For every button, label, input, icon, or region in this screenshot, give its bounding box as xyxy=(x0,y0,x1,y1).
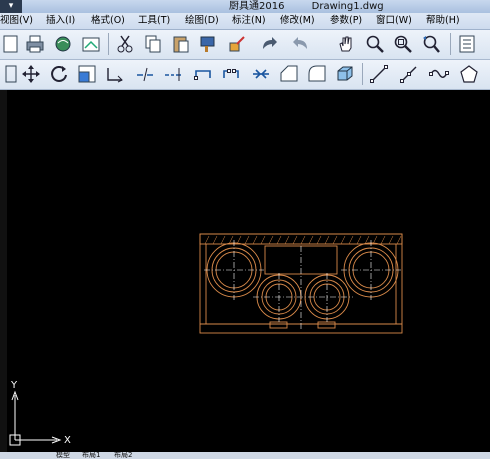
3d-box-button[interactable] xyxy=(334,63,356,85)
plot-preview-button[interactable] xyxy=(52,33,74,55)
rotate-button[interactable] xyxy=(48,63,70,85)
center-lines xyxy=(204,240,401,330)
layout-tabs-bar: 模型 布局1 布局2 xyxy=(0,452,490,459)
3d-box-icon xyxy=(337,66,353,81)
cut-button[interactable] xyxy=(114,33,136,55)
polygon-icon xyxy=(460,65,478,83)
break-at-point-button[interactable] xyxy=(192,63,214,85)
menu-window[interactable]: 窗口(W) xyxy=(376,13,412,29)
line-icon xyxy=(370,65,388,83)
break-icon xyxy=(223,69,239,78)
trim-button[interactable] xyxy=(134,63,156,85)
menu-bar: 视图(V) 插入(I) 格式(O) 工具(T) 绘图(D) 标注(N) 修改(M… xyxy=(0,13,490,30)
menu-help[interactable]: 帮助(H) xyxy=(426,13,460,29)
scale-button[interactable] xyxy=(76,63,98,85)
app-name: 厨具通2016 xyxy=(229,1,285,12)
tab-model[interactable]: 模型 xyxy=(56,452,70,459)
stretch-button[interactable] xyxy=(104,63,126,85)
new-file-icon xyxy=(3,35,18,53)
copy-button[interactable] xyxy=(142,33,164,55)
app-menu-button[interactable]: ▾ xyxy=(0,0,22,13)
menu-tools[interactable]: 工具(T) xyxy=(138,13,170,29)
polyline-button[interactable] xyxy=(398,63,420,85)
modify-toolbar xyxy=(0,60,490,90)
app-menu-icon: ▾ xyxy=(8,1,14,11)
cut-icon xyxy=(117,35,133,53)
spline-button[interactable] xyxy=(428,63,450,85)
window-title: 厨具通2016 Drawing1.dwg xyxy=(229,0,408,13)
paste-button[interactable] xyxy=(170,33,192,55)
match-properties-icon xyxy=(200,36,215,52)
pan-icon xyxy=(339,36,352,52)
publish-icon xyxy=(82,37,100,52)
block-editor-button[interactable] xyxy=(226,33,248,55)
ucs-x-label: X xyxy=(64,435,71,446)
spline-icon xyxy=(429,69,449,78)
toolbar-separator xyxy=(362,63,363,85)
properties-button[interactable] xyxy=(456,33,478,55)
join-button[interactable] xyxy=(250,63,272,85)
toolbar-separator xyxy=(108,33,109,55)
tab-layout2[interactable]: 布局2 xyxy=(114,452,132,459)
print-icon xyxy=(26,35,44,53)
break-button[interactable] xyxy=(220,63,242,85)
grip-icon xyxy=(5,65,17,83)
menu-draw[interactable]: 绘图(D) xyxy=(185,13,219,29)
undo-button[interactable] xyxy=(290,33,312,55)
fillet-button[interactable] xyxy=(306,63,328,85)
print-button[interactable] xyxy=(24,33,46,55)
menu-view[interactable]: 视图(V) xyxy=(0,13,33,29)
chamfer-button[interactable] xyxy=(278,63,300,85)
move-icon xyxy=(22,65,40,83)
tab-layout1[interactable]: 布局1 xyxy=(82,452,100,459)
join-icon xyxy=(253,69,269,79)
trim-icon xyxy=(137,67,153,82)
zoom-window-button[interactable] xyxy=(392,33,414,55)
left-edge xyxy=(0,90,7,459)
scale-icon xyxy=(78,65,96,83)
properties-icon xyxy=(459,35,475,53)
pan-button[interactable] xyxy=(335,33,357,55)
menu-modify[interactable]: 修改(M) xyxy=(280,13,315,29)
undo-icon xyxy=(293,37,307,49)
rotate-icon xyxy=(51,66,67,82)
zoom-previous-button[interactable] xyxy=(420,33,442,55)
title-bar: ▾ 厨具通2016 Drawing1.dwg xyxy=(0,0,490,13)
move-button[interactable] xyxy=(20,63,42,85)
zoom-previous-icon xyxy=(423,35,440,53)
cad-drawing xyxy=(9,233,403,446)
redo-icon xyxy=(263,37,277,49)
fillet-icon xyxy=(308,65,326,82)
menu-dimension[interactable]: 标注(N) xyxy=(232,13,266,29)
extend-button[interactable] xyxy=(162,63,184,85)
publish-button[interactable] xyxy=(80,33,102,55)
break-at-point-icon xyxy=(194,70,211,80)
drawing-canvas[interactable]: Y X xyxy=(7,90,490,455)
paste-icon xyxy=(173,36,189,53)
chamfer-icon xyxy=(280,65,298,82)
redo-button[interactable] xyxy=(258,33,280,55)
zoom-window-icon xyxy=(394,35,412,53)
polyline-icon xyxy=(400,66,417,83)
file-name: Drawing1.dwg xyxy=(311,1,384,12)
standard-toolbar xyxy=(0,30,490,60)
line-button[interactable] xyxy=(368,63,390,85)
ucs-y-label: Y xyxy=(11,380,18,391)
block-editor-icon xyxy=(229,36,245,52)
stretch-icon xyxy=(107,68,123,83)
plot-preview-icon xyxy=(55,36,71,52)
menu-parametric[interactable]: 参数(P) xyxy=(330,13,362,29)
new-file-button[interactable] xyxy=(0,33,22,55)
extend-icon xyxy=(165,68,181,81)
match-properties-button[interactable] xyxy=(198,33,220,55)
grip-button[interactable] xyxy=(0,63,22,85)
ucs-icon xyxy=(9,390,62,446)
menu-format[interactable]: 格式(O) xyxy=(91,13,125,29)
toolbar-separator xyxy=(450,33,451,55)
copy-icon xyxy=(145,35,161,53)
zoom-realtime-button[interactable] xyxy=(364,33,386,55)
menu-insert[interactable]: 插入(I) xyxy=(46,13,75,29)
zoom-realtime-icon xyxy=(366,35,384,53)
polygon-button[interactable] xyxy=(458,63,480,85)
